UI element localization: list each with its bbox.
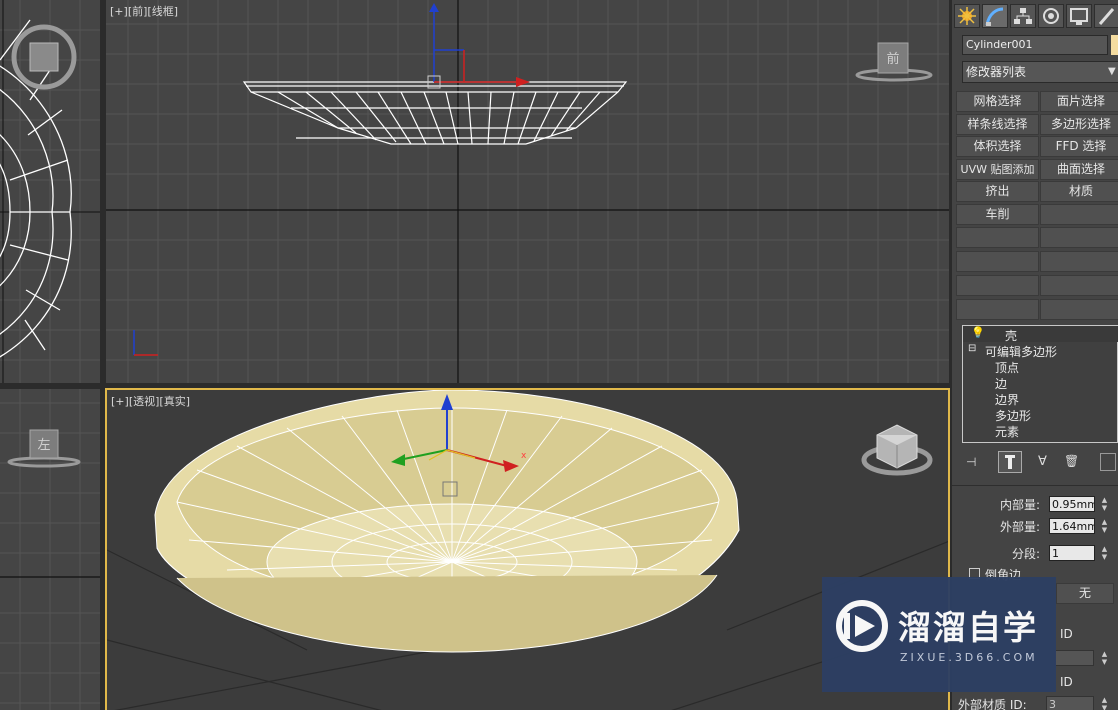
modifier-list-dropdown[interactable]: 修改器列表 xyxy=(962,61,1118,83)
motion-icon[interactable] xyxy=(1038,4,1064,28)
object-color-swatch[interactable] xyxy=(1111,35,1118,55)
stack-sub-element[interactable]: 元素 xyxy=(995,423,1019,440)
ffd-select-button[interactable]: FFD 选择 xyxy=(1040,136,1118,157)
lathe-button[interactable]: 车削 xyxy=(956,204,1039,225)
divider xyxy=(952,485,1118,486)
front-view-name[interactable]: [前] xyxy=(128,5,148,18)
stack-item-shell[interactable]: 💡 壳 xyxy=(963,326,1118,343)
hierarchy-icon[interactable] xyxy=(1010,4,1036,28)
empty-modifier-slot[interactable] xyxy=(1040,227,1118,248)
none-button[interactable]: 无 xyxy=(1056,583,1114,604)
axis-tripod-front xyxy=(133,330,158,356)
inner-amount-label: 内部量: xyxy=(999,498,1040,512)
viewport-left[interactable]: 左 xyxy=(0,389,100,710)
inner-mat-id-input[interactable] xyxy=(1054,650,1094,666)
chevron-down-icon: ▼ xyxy=(1108,66,1116,77)
spline-select-button[interactable]: 样条线选择 xyxy=(956,114,1039,135)
persp-shading-mode[interactable]: [真实] xyxy=(159,395,190,408)
outer-amount-input[interactable]: 1.64mm xyxy=(1049,518,1095,534)
configure-modifier-sets-icon[interactable] xyxy=(1100,453,1116,471)
empty-modifier-slot[interactable] xyxy=(956,251,1039,272)
viewcube-left-label: 左 xyxy=(37,438,50,453)
bowl-wireframe-front xyxy=(242,81,628,145)
segments-input[interactable]: 1 xyxy=(1049,545,1095,561)
poly-select-button[interactable]: 多边形选择 xyxy=(1040,114,1118,135)
perspective-viewport-label[interactable]: [+][透视][真实] xyxy=(111,393,190,409)
stack-sub-edge[interactable]: 边 xyxy=(995,375,1007,392)
stack-editable-poly[interactable]: 可编辑多边形 xyxy=(985,343,1057,360)
transform-gizmo-front[interactable] xyxy=(427,3,530,89)
patch-select-button[interactable]: 面片选择 xyxy=(1040,91,1118,112)
material-button[interactable]: 材质 xyxy=(1040,181,1118,202)
create-icon[interactable] xyxy=(954,4,980,28)
stack-sub-border[interactable]: 边界 xyxy=(995,391,1019,408)
empty-modifier-slot[interactable] xyxy=(956,299,1039,320)
outer-mat-id-input[interactable]: 3 xyxy=(1046,696,1094,710)
show-end-result-icon[interactable] xyxy=(998,451,1022,473)
watermark-title: 溜溜自学 xyxy=(898,608,1038,647)
viewport-front[interactable]: 前 [+][前][线框] xyxy=(106,0,949,383)
empty-modifier-slot[interactable] xyxy=(956,227,1039,248)
collapse-icon[interactable]: ⊟ xyxy=(968,343,976,354)
watermark-url: ZIXUE.3D66.COM xyxy=(900,651,1038,664)
empty-modifier-slot[interactable] xyxy=(1040,204,1118,225)
viewcube-perspective[interactable] xyxy=(861,424,933,476)
inner-amount-input[interactable]: 0.95mm xyxy=(1049,496,1095,512)
surface-select-button[interactable]: 曲面选择 xyxy=(1040,159,1118,180)
front-viewport-label[interactable]: [+][前][线框] xyxy=(110,3,178,19)
left-view-canvas: 左 xyxy=(0,389,100,710)
viewcube-front-label: 前 xyxy=(886,51,899,67)
viewcube-front[interactable]: 前 xyxy=(855,42,933,82)
display-icon[interactable] xyxy=(1066,4,1092,28)
segments-spinner[interactable]: ▲ ▼ xyxy=(1100,545,1109,561)
persp-view-name[interactable]: [透视] xyxy=(129,395,160,408)
uvw-map-add-button[interactable]: UVW 贴图添加 xyxy=(956,159,1039,180)
top-view-canvas xyxy=(0,0,100,383)
empty-modifier-slot[interactable] xyxy=(956,275,1039,296)
outer-mat-id-label: 外部材质 ID: xyxy=(958,698,1027,710)
modifier-stack[interactable]: 💡 壳 ⊟ 可编辑多边形 顶点 边 边界 多边形 元素 xyxy=(962,325,1118,443)
utilities-icon[interactable] xyxy=(1094,4,1118,28)
inner-amount-spinner[interactable]: ▲ ▼ xyxy=(1100,496,1109,512)
extrude-button[interactable]: 挤出 xyxy=(956,181,1039,202)
make-unique-icon[interactable]: ∀ xyxy=(1038,454,1047,469)
empty-modifier-slot[interactable] xyxy=(1040,299,1118,320)
mesh-select-button[interactable]: 网格选择 xyxy=(956,91,1039,112)
front-view-canvas: 前 xyxy=(106,0,949,383)
front-plus-menu[interactable]: [+] xyxy=(110,5,128,18)
inner-mat-id-spinner[interactable]: ▲ ▼ xyxy=(1100,650,1109,666)
stack-sub-polygon[interactable]: 多边形 xyxy=(995,407,1031,424)
segments-label: 分段: xyxy=(1011,547,1040,561)
override-outer-id-label: ID xyxy=(1060,675,1073,689)
outer-amount-label: 外部量: xyxy=(999,520,1040,534)
override-inner-id-label: ID xyxy=(1060,627,1073,641)
modifier-list-label: 修改器列表 xyxy=(966,65,1027,79)
vol-select-button[interactable]: 体积选择 xyxy=(956,136,1039,157)
pin-stack-icon[interactable]: ⊣ xyxy=(966,455,976,469)
empty-modifier-slot[interactable] xyxy=(1040,275,1118,296)
persp-plus-menu[interactable]: [+] xyxy=(111,395,129,408)
empty-modifier-slot[interactable] xyxy=(1040,251,1118,272)
stack-shell-label: 壳 xyxy=(1005,329,1018,343)
svg-text:x: x xyxy=(521,451,527,461)
outer-mat-id-spinner[interactable]: ▲ ▼ xyxy=(1100,696,1109,710)
watermark-logo: 溜溜自学 ZIXUE.3D66.COM xyxy=(822,577,1056,692)
object-name-field[interactable]: Cylinder001 xyxy=(962,35,1108,55)
modify-icon[interactable] xyxy=(982,4,1008,28)
outer-amount-spinner[interactable]: ▲ ▼ xyxy=(1100,518,1109,534)
viewport-top[interactable] xyxy=(0,0,100,383)
front-shading-mode[interactable]: [线框] xyxy=(147,5,178,18)
remove-modifier-icon[interactable]: 🗑 xyxy=(1064,454,1079,468)
stack-sub-vertex[interactable]: 顶点 xyxy=(995,359,1019,376)
lightbulb-icon[interactable]: 💡 xyxy=(971,326,985,339)
command-panel-tabs xyxy=(952,2,1118,30)
